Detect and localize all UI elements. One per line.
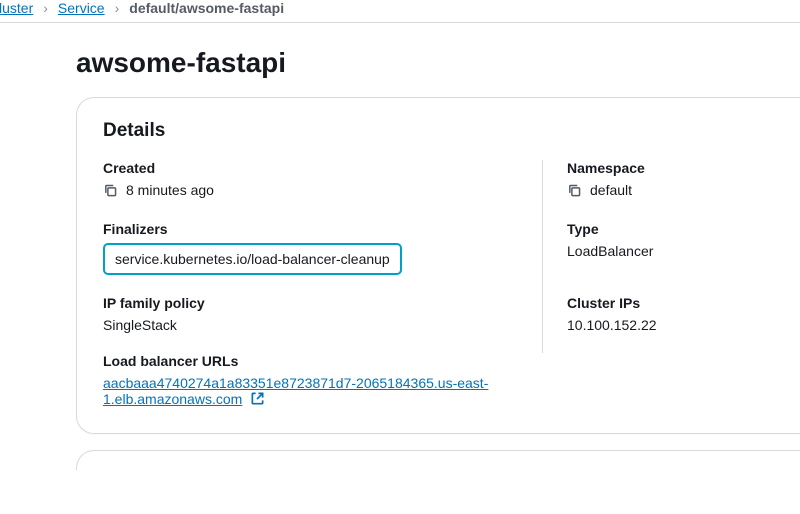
- breadcrumb-separator-icon: ›: [115, 0, 120, 16]
- created-label: Created: [103, 160, 518, 176]
- load-balancer-urls-label: Load balancer URLs: [103, 353, 519, 369]
- namespace-value: default: [590, 182, 632, 198]
- namespace-label: Namespace: [567, 160, 774, 176]
- details-heading: Details: [103, 120, 774, 142]
- page-title: awsome-fastapi: [0, 23, 800, 97]
- next-card-top: [76, 450, 800, 470]
- cluster-ips-value: 10.100.152.22: [567, 317, 774, 333]
- load-balancer-url-link[interactable]: aacbaaa4740274a1a83351e8723871d7-2065184…: [103, 375, 488, 407]
- copy-icon[interactable]: [567, 183, 582, 198]
- finalizers-chip[interactable]: service.kubernetes.io/load-balancer-clea…: [103, 243, 402, 275]
- external-link-icon[interactable]: [250, 391, 265, 406]
- type-value: LoadBalancer: [567, 243, 774, 259]
- cluster-ips-label: Cluster IPs: [567, 295, 774, 311]
- breadcrumb-current: default/awsome-fastapi: [129, 0, 284, 16]
- breadcrumb-cluster[interactable]: cluster: [0, 0, 33, 16]
- details-card: Details Created 8 minutes ago Namespace: [76, 97, 800, 434]
- ip-family-policy-value: SingleStack: [103, 317, 518, 333]
- ip-family-policy-label: IP family policy: [103, 295, 518, 311]
- copy-icon[interactable]: [103, 183, 118, 198]
- breadcrumb-separator-icon: ›: [43, 0, 48, 16]
- finalizers-label: Finalizers: [103, 221, 518, 237]
- breadcrumbs: cluster › Service › default/awsome-fasta…: [0, 0, 800, 23]
- breadcrumb-service[interactable]: Service: [58, 0, 105, 16]
- type-label: Type: [567, 221, 774, 237]
- created-value: 8 minutes ago: [126, 182, 214, 198]
